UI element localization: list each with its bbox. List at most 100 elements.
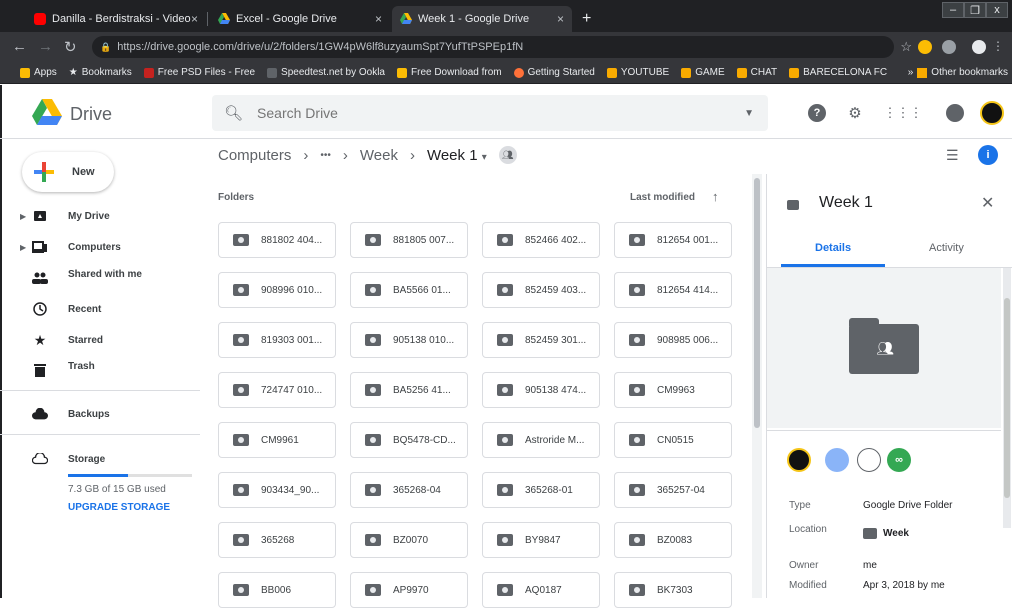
folder-card[interactable]: AP9970 (350, 572, 468, 608)
bookmark-apps[interactable]: Apps (20, 67, 57, 78)
bookmark-barcelona[interactable]: BARECELONA FC (789, 67, 887, 78)
folder-card[interactable]: 905138 010... (350, 322, 468, 358)
bookmark-speedtest[interactable]: Speedtest.net by Ookla (267, 67, 385, 78)
other-bookmarks[interactable]: » Other bookmarks (908, 67, 1008, 78)
folder-card[interactable]: BA5566 01... (350, 272, 468, 308)
folder-card[interactable]: 903434_90... (218, 472, 336, 508)
folder-card[interactable]: 908985 006... (614, 322, 732, 358)
breadcrumb-overflow[interactable]: ••• (320, 150, 331, 161)
tab-activity[interactable]: Activity (929, 242, 964, 254)
browser-tab-week1[interactable]: Week 1 - Google Drive × (392, 6, 572, 32)
new-button[interactable]: New (22, 152, 114, 192)
overflow-chevron-icon[interactable]: » (908, 67, 914, 78)
folder-card[interactable]: 881805 007... (350, 222, 468, 258)
menu-kebab-icon[interactable]: ⋮ (992, 39, 1004, 53)
forward-arrow-icon[interactable]: → (38, 38, 53, 55)
search-bar[interactable]: 🔍︎ ▼ (212, 95, 768, 131)
folder-card[interactable]: Astroride M... (482, 422, 600, 458)
folder-card[interactable]: 365257-04 (614, 472, 732, 508)
folder-card[interactable]: BZ0070 (350, 522, 468, 558)
close-window-button[interactable]: x (986, 2, 1008, 18)
bookmark-download[interactable]: Free Download from (397, 67, 502, 78)
location-value[interactable]: Week (863, 528, 909, 539)
profile-icon[interactable] (972, 40, 986, 54)
main-scrollbar[interactable] (752, 174, 762, 598)
folder-card[interactable]: CN0515 (614, 422, 732, 458)
sidebar-item-storage[interactable]: Storage (0, 446, 200, 472)
folder-card[interactable]: 724747 010... (218, 372, 336, 408)
bookmark-chat[interactable]: CHAT (736, 67, 777, 78)
search-options-icon[interactable]: ▼ (744, 108, 754, 119)
minimize-button[interactable]: – (942, 2, 964, 18)
shared-user-avatar[interactable] (825, 448, 849, 472)
bookmark-psd[interactable]: Free PSD Files - Free (143, 67, 255, 78)
folder-card[interactable]: BB006 (218, 572, 336, 608)
bookmark-bookmarks[interactable]: ★ Bookmarks (69, 67, 132, 78)
expand-arrow-icon[interactable]: ▶ (20, 243, 26, 252)
apps-grid-icon[interactable]: ⋮⋮⋮ (884, 104, 923, 122)
sidebar-item-trash[interactable]: Trash (0, 357, 200, 383)
link-sharing-icon[interactable]: ∞ (887, 448, 911, 472)
sort-last-modified[interactable]: Last modified (630, 192, 695, 203)
breadcrumb-computers[interactable]: Computers (218, 147, 291, 164)
brand-name[interactable]: Drive (70, 104, 112, 125)
tab-close-icon[interactable]: × (375, 12, 382, 26)
folder-card[interactable]: 852459 403... (482, 272, 600, 308)
folder-card[interactable]: BA5256 41... (350, 372, 468, 408)
folder-card[interactable]: 908996 010... (218, 272, 336, 308)
shared-user-avatar[interactable] (787, 448, 811, 472)
sidebar-item-computers[interactable]: ▶ Computers (0, 234, 200, 260)
tab-close-icon[interactable]: × (557, 12, 564, 26)
folder-card[interactable]: BZ0083 (614, 522, 732, 558)
settings-gear-icon[interactable]: ⚙ (846, 104, 864, 122)
folder-card[interactable]: BY9847 (482, 522, 600, 558)
back-arrow-icon[interactable]: ← (12, 38, 27, 55)
extension-icon[interactable] (942, 40, 956, 54)
folder-card[interactable]: CM9961 (218, 422, 336, 458)
folder-card[interactable]: 365268-01 (482, 472, 600, 508)
sidebar-item-starred[interactable]: ★ Starred (0, 327, 200, 353)
folder-card[interactable]: 812654 414... (614, 272, 732, 308)
bookmark-youtube[interactable]: YOUTUBE (606, 67, 669, 78)
address-bar[interactable]: 🔒 https://drive.google.com/drive/u/2/fol… (92, 36, 894, 58)
folder-card[interactable]: 881802 404... (218, 222, 336, 258)
folder-card[interactable]: CM9963 (614, 372, 732, 408)
sidebar-item-my-drive[interactable]: ▶ My Drive (0, 203, 200, 229)
folder-card[interactable]: 852459 301... (482, 322, 600, 358)
details-scrollbar-thumb[interactable] (1004, 298, 1010, 498)
sidebar-item-recent[interactable]: Recent (0, 296, 200, 322)
info-icon[interactable]: i (978, 145, 998, 165)
upgrade-storage-link[interactable]: UPGRADE STORAGE (68, 502, 170, 513)
bookmark-game[interactable]: GAME (681, 67, 725, 78)
folder-card[interactable]: 365268-04 (350, 472, 468, 508)
folder-card[interactable]: 365268 (218, 522, 336, 558)
folder-card[interactable]: 905138 474... (482, 372, 600, 408)
folder-card[interactable]: BQ5478-CD... (350, 422, 468, 458)
folder-card[interactable]: 812654 001... (614, 222, 732, 258)
account-avatar[interactable] (980, 101, 1004, 125)
list-view-icon[interactable]: ☰ (946, 147, 959, 164)
restore-button[interactable]: ❐ (964, 2, 986, 18)
close-icon[interactable]: ✕ (981, 193, 994, 213)
search-input[interactable] (257, 105, 718, 121)
help-icon[interactable]: ? (808, 104, 826, 122)
browser-tab-youtube[interactable]: Danilla - Berdistraksi - Video Lirik × (26, 6, 206, 32)
folder-card[interactable]: BK7303 (614, 572, 732, 608)
tab-close-icon[interactable]: × (191, 12, 198, 26)
folder-card[interactable]: 819303 001... (218, 322, 336, 358)
breadcrumb-week[interactable]: Week (360, 147, 398, 164)
reload-icon[interactable]: ↻ (64, 38, 77, 56)
bookmark-star-icon[interactable]: ☆ (900, 39, 912, 55)
drive-logo-icon[interactable] (32, 99, 62, 125)
bookmark-getting-started[interactable]: Getting Started (513, 67, 595, 78)
breadcrumb-current[interactable]: Week 1 ▾ (427, 147, 487, 164)
sidebar-item-shared[interactable]: Shared with me (0, 265, 200, 291)
search-icon[interactable]: 🔍︎ (224, 104, 243, 122)
scrollbar-thumb[interactable] (754, 178, 760, 428)
expand-arrow-icon[interactable]: ▶ (20, 212, 26, 221)
sidebar-item-backups[interactable]: Backups (0, 401, 200, 427)
browser-tab-excel[interactable]: Excel - Google Drive × (210, 6, 390, 32)
notifications-icon[interactable] (946, 104, 964, 122)
folder-card[interactable]: AQ0187 (482, 572, 600, 608)
details-scrollbar[interactable] (1003, 268, 1011, 528)
